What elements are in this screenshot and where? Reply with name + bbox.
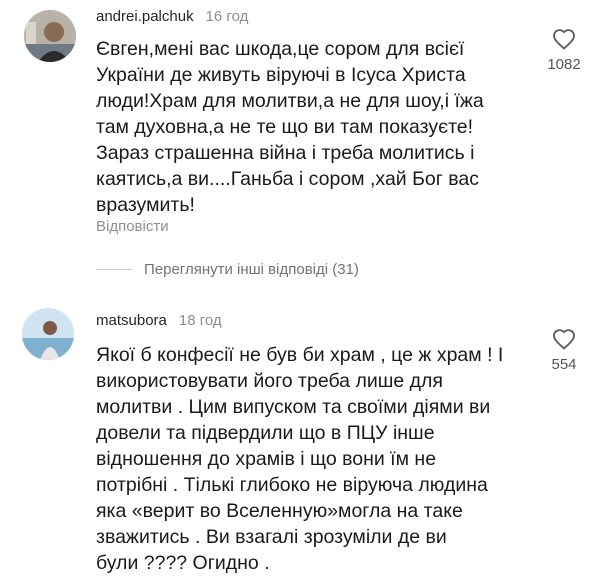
comment-text-line: відношення до храмів і що вони їм не [96, 448, 437, 470]
comment-text-line: люди!Храм для молитви,а не для шоу,і їжа [96, 90, 484, 112]
comment-text-line: потрібні . Тількі глибоко не віруюча люд… [96, 474, 488, 496]
like-button[interactable]: 1082 [534, 28, 594, 73]
avatar[interactable] [24, 10, 76, 62]
comment-meta: matsubora 18 год [96, 312, 222, 329]
comment-text-line: зважитись . Ви взагалі зрозуміли де ви [96, 526, 447, 548]
view-more-replies-button[interactable]: Переглянути інші відповіді (31) [96, 258, 516, 280]
comment-text-line: там духовна,а не те що ви там показуєте! [96, 116, 474, 138]
comment-text-line: України де живуть віруючі в Ісуса Христа [96, 64, 466, 86]
comment-item: matsubora 18 год Якої б конфесії не був б… [0, 300, 600, 574]
comment-text: Якої б конфесії не був би храм , це ж хр… [96, 342, 526, 576]
heart-outline-icon[interactable] [552, 328, 576, 350]
timestamp: 18 год [178, 312, 222, 329]
comment-text-line: Зараз страшенна війна і треба молитись і [96, 142, 475, 164]
comment-text-line: вразумить! [96, 194, 195, 216]
comment-text-line: Євген,мені вас шкода,це сором для всієї [96, 38, 465, 60]
divider [96, 268, 132, 270]
like-count: 554 [551, 356, 577, 373]
comment-text-line: використовувати його треба лише для [96, 370, 443, 392]
comment-text-line: Якої б конфесії не був би храм , це ж хр… [96, 344, 504, 366]
comment-text-line: довели та підвердили що в ПЦУ інше [96, 422, 435, 444]
heart-outline-icon[interactable] [552, 28, 576, 50]
like-count: 1082 [547, 56, 581, 73]
reply-button[interactable]: Відповісти [96, 218, 169, 235]
view-more-replies-label: Переглянути інші відповіді (31) [144, 260, 359, 278]
comment-text-line: каятись,а ви....Ганьба і сором ,хай Бог … [96, 168, 480, 190]
comment-text-line: були ???? Огидно . [96, 552, 270, 574]
avatar[interactable] [22, 308, 74, 360]
comment-meta: andrei.palchuk 16 год [96, 8, 248, 25]
comment-text-line: молитви . Цим випуском та своїми діями в… [96, 396, 491, 418]
timestamp: 16 год [205, 8, 249, 25]
username[interactable]: andrei.palchuk [96, 8, 194, 25]
comment-text: Євген,мені вас шкода,це сором для всієї … [96, 36, 526, 218]
comment-text-line: яка «верит во Вселенную»могла на таке [96, 500, 463, 522]
username[interactable]: matsubora [96, 312, 167, 329]
like-button[interactable]: 554 [534, 328, 594, 373]
comment-item: andrei.palchuk 16 год Євген,мені вас шкод… [0, 0, 600, 250]
